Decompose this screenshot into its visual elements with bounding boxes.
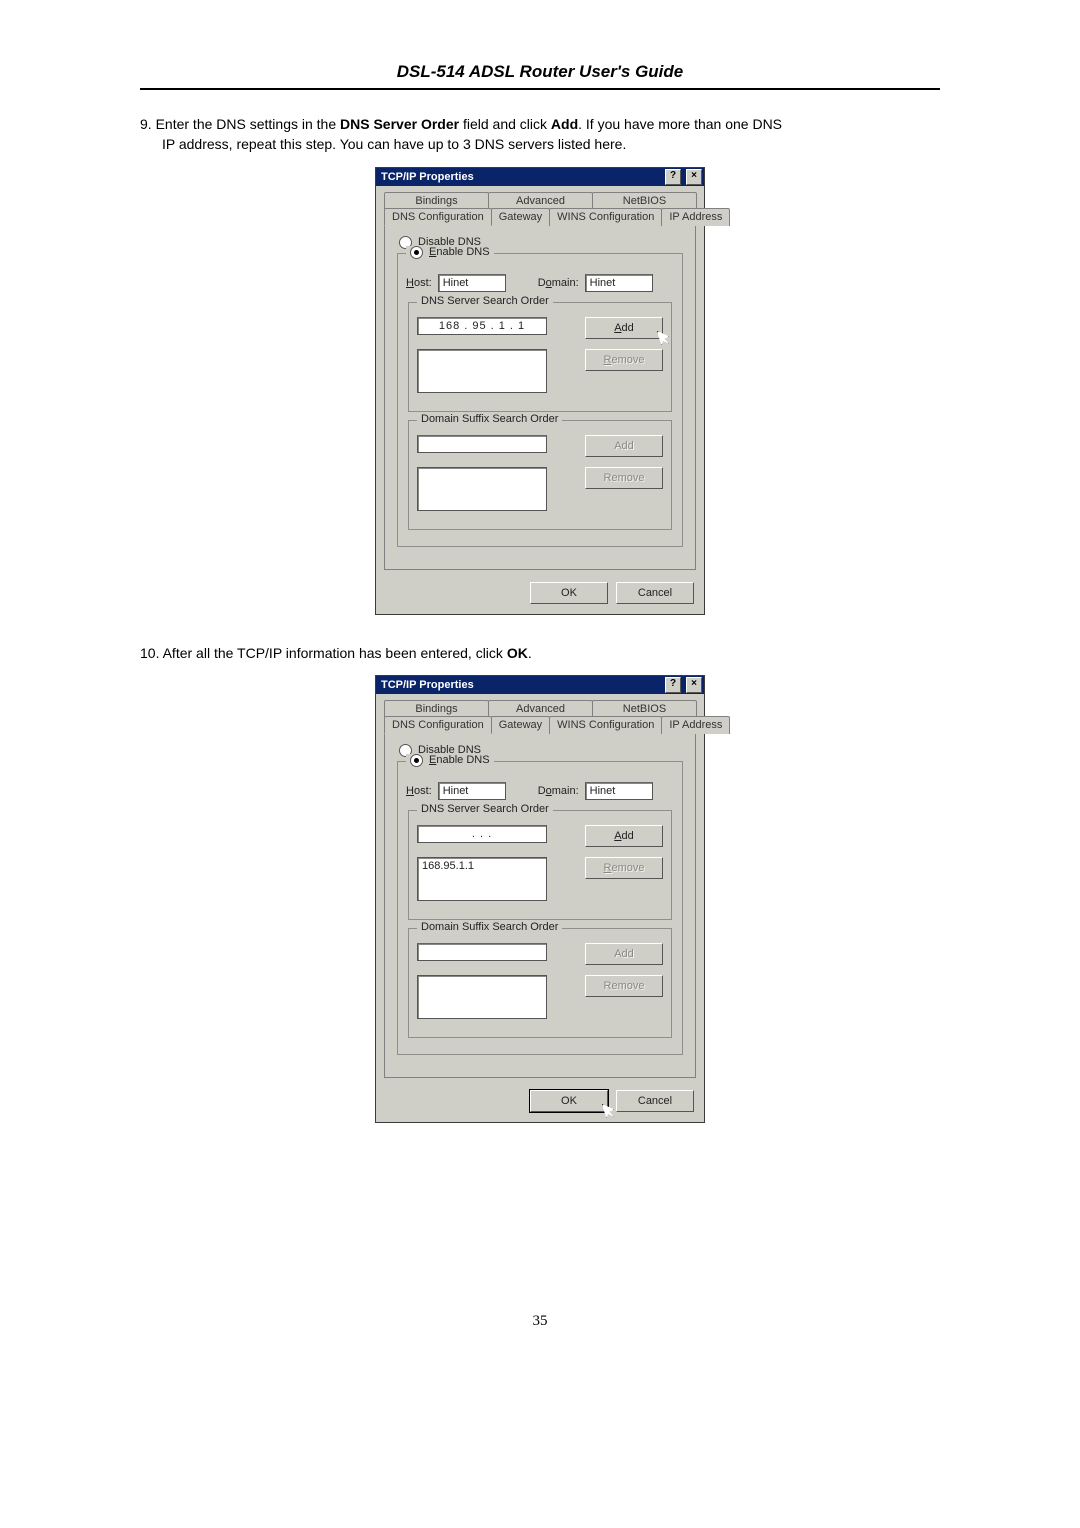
- radio-enable-dns[interactable]: Enable DNS: [406, 246, 494, 259]
- step-9-text-a: Enter the DNS settings in the: [156, 116, 340, 132]
- tab-advanced[interactable]: Advanced: [488, 700, 593, 717]
- step-9-bold-1: DNS Server Order: [340, 116, 459, 132]
- domain-suffix-add-button[interactable]: Add: [585, 943, 663, 965]
- titlebar: TCP/IP Properties ? ×: [376, 168, 704, 186]
- domain-suffix-add-button[interactable]: Add: [585, 435, 663, 457]
- radio-enable-label: Enable DNS: [429, 754, 490, 766]
- tab-strip: Bindings Advanced NetBIOS DNS Configurat…: [384, 700, 696, 734]
- step-9-bold-2: Add: [551, 116, 578, 132]
- tab-ip-address[interactable]: IP Address: [661, 716, 730, 734]
- domain-suffix-remove-button[interactable]: Remove: [585, 975, 663, 997]
- tcpip-dialog-1: TCP/IP Properties ? × Bindings Advanced …: [375, 167, 705, 615]
- tab-strip: Bindings Advanced NetBIOS DNS Configurat…: [384, 192, 696, 226]
- dns-add-button[interactable]: Add: [585, 825, 663, 847]
- domain-suffix-group-label: Domain Suffix Search Order: [417, 921, 562, 933]
- cancel-button[interactable]: Cancel: [616, 582, 694, 604]
- tab-advanced[interactable]: Advanced: [488, 192, 593, 209]
- domain-input[interactable]: Hinet: [585, 274, 653, 292]
- domain-suffix-list[interactable]: [417, 467, 547, 511]
- titlebar: TCP/IP Properties ? ×: [376, 676, 704, 694]
- tab-wins-configuration[interactable]: WINS Configuration: [549, 208, 662, 226]
- host-label: Host:: [406, 785, 432, 797]
- domain-suffix-list[interactable]: [417, 975, 547, 1019]
- dialog-title: TCP/IP Properties: [381, 171, 660, 183]
- step-10-bold: OK: [507, 645, 528, 661]
- close-icon[interactable]: ×: [686, 169, 702, 185]
- tab-gateway[interactable]: Gateway: [491, 208, 550, 226]
- tab-wins-configuration[interactable]: WINS Configuration: [549, 716, 662, 734]
- dns-ip-input[interactable]: . . .: [417, 825, 547, 843]
- step-9-text-c: . If you have more than one DNS: [578, 116, 782, 132]
- step-9: 9. Enter the DNS settings in the DNS Ser…: [140, 114, 940, 155]
- header-rule: [140, 88, 940, 90]
- tab-panel-dns: Disable DNS Enable DNS Host: Hinet Domai…: [384, 225, 696, 570]
- ok-button[interactable]: OK: [530, 1090, 608, 1112]
- step-9-line2: IP address, repeat this step. You can ha…: [140, 134, 940, 154]
- dns-order-group-label: DNS Server Search Order: [417, 803, 553, 815]
- ok-button[interactable]: OK: [530, 582, 608, 604]
- domain-input[interactable]: Hinet: [585, 782, 653, 800]
- step-9-text-b: field and click: [459, 116, 551, 132]
- tab-dns-configuration[interactable]: DNS Configuration: [384, 716, 492, 734]
- cancel-button[interactable]: Cancel: [616, 1090, 694, 1112]
- step-10-num: 10.: [140, 645, 159, 661]
- page-number: 35: [140, 1313, 940, 1330]
- step-9-num: 9.: [140, 116, 152, 132]
- step-10-text-a: After all the TCP/IP information has bee…: [163, 645, 507, 661]
- domain-label: Domain:: [538, 277, 579, 289]
- step-10-text-b: .: [528, 645, 532, 661]
- domain-suffix-remove-button[interactable]: Remove: [585, 467, 663, 489]
- tab-ip-address[interactable]: IP Address: [661, 208, 730, 226]
- dns-add-button[interactable]: Add: [585, 317, 663, 339]
- tcpip-dialog-2: TCP/IP Properties ? × Bindings Advanced …: [375, 675, 705, 1123]
- tab-bindings[interactable]: Bindings: [384, 192, 489, 209]
- tab-dns-configuration[interactable]: DNS Configuration: [384, 208, 492, 226]
- radio-enable-dns[interactable]: Enable DNS: [406, 754, 494, 767]
- help-icon[interactable]: ?: [665, 677, 681, 693]
- tab-netbios[interactable]: NetBIOS: [592, 192, 697, 209]
- domain-label: Domain:: [538, 785, 579, 797]
- host-input[interactable]: Hinet: [438, 782, 506, 800]
- radio-enable-label: Enable DNS: [429, 246, 490, 258]
- dns-remove-button[interactable]: Remove: [585, 857, 663, 879]
- tab-panel-dns: Disable DNS Enable DNS Host: Hinet Domai…: [384, 733, 696, 1078]
- help-icon[interactable]: ?: [665, 169, 681, 185]
- dns-ip-input[interactable]: 168 . 95 . 1 . 1: [417, 317, 547, 335]
- dns-remove-button[interactable]: Remove: [585, 349, 663, 371]
- tab-gateway[interactable]: Gateway: [491, 716, 550, 734]
- dns-list[interactable]: 168.95.1.1: [417, 857, 547, 901]
- close-icon[interactable]: ×: [686, 677, 702, 693]
- domain-suffix-input[interactable]: [417, 435, 547, 453]
- tab-netbios[interactable]: NetBIOS: [592, 700, 697, 717]
- radio-dot-selected-icon: [410, 246, 423, 259]
- tab-bindings[interactable]: Bindings: [384, 700, 489, 717]
- domain-suffix-input[interactable]: [417, 943, 547, 961]
- dns-order-group-label: DNS Server Search Order: [417, 295, 553, 307]
- domain-suffix-group-label: Domain Suffix Search Order: [417, 413, 562, 425]
- page-header-title: DSL-514 ADSL Router User's Guide: [140, 62, 940, 82]
- radio-dot-selected-icon: [410, 754, 423, 767]
- dialog-title: TCP/IP Properties: [381, 679, 660, 691]
- host-input[interactable]: Hinet: [438, 274, 506, 292]
- host-label: Host:: [406, 277, 432, 289]
- dns-list[interactable]: [417, 349, 547, 393]
- step-10: 10. After all the TCP/IP information has…: [140, 643, 940, 663]
